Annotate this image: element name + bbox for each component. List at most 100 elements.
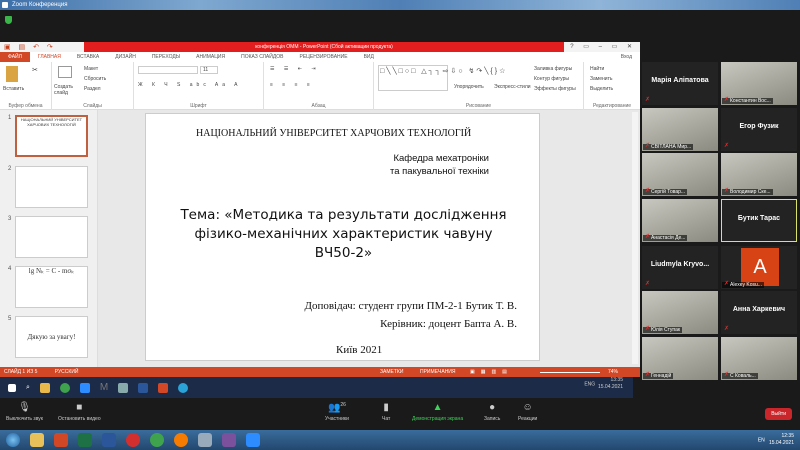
participant-tile[interactable]: Егор Фузик ✗ — [721, 108, 797, 151]
participant-tile[interactable]: Liudmyla Kryvo... ✗ — [642, 246, 718, 289]
inner-lang[interactable]: ENG — [584, 381, 595, 387]
drawing-group: □╲╲□○□ △┐┐⇨⇩○ ↯↷╲{}☆ Упорядочить Экспрес… — [374, 62, 584, 110]
sign-in-link[interactable]: Вход — [613, 54, 640, 60]
paint-icon[interactable] — [118, 382, 129, 393]
mute-button[interactable]: 🎙 Выключить звук — [6, 402, 43, 422]
powerpoint-icon[interactable] — [158, 382, 169, 393]
notes-button[interactable]: ЗАМЕТКИ — [380, 367, 403, 377]
file-explorer-icon[interactable] — [39, 382, 50, 393]
participant-tile[interactable]: С Коваль... ✗ — [721, 337, 797, 380]
font-size-select[interactable]: 11 — [200, 66, 218, 74]
search-icon[interactable]: ⌕ — [26, 384, 30, 392]
tab-slideshow[interactable]: ПОКАЗ СЛАЙДОВ — [233, 54, 291, 60]
quick-styles-button[interactable]: Экспресс-стили — [494, 84, 531, 90]
list-buttons[interactable]: ☰ ☰ ⇤ ⇥ — [270, 66, 320, 72]
participant-tile[interactable]: Марія Аліпатова ✗ — [642, 62, 718, 105]
view-buttons[interactable]: ▣▦▥▤ — [470, 367, 513, 377]
tab-insert[interactable]: ВСТАВКА — [69, 54, 107, 60]
chat-button[interactable]: ▮ Чат — [382, 402, 390, 422]
slide-thumbnail-4[interactable]: lg Nₖ = C - mσₖ — [15, 266, 88, 308]
windows-start-icon[interactable] — [8, 383, 16, 392]
select-button[interactable]: Выделить — [590, 86, 613, 92]
participant-tile[interactable]: Юлія Ступак ✗ — [642, 291, 718, 334]
participant-tile[interactable]: A Alexey Kosu... ✗ — [721, 246, 797, 289]
arrange-button[interactable]: Упорядочить — [454, 84, 484, 90]
comments-button[interactable]: ПРИМЕЧАНИЯ — [420, 367, 456, 377]
encryption-shield-icon[interactable] — [5, 16, 12, 24]
participant-tile[interactable]: Бутик Тарас — [721, 199, 797, 242]
paste-button[interactable]: Вставить — [3, 86, 24, 92]
cut-icon[interactable]: ✂ — [32, 66, 38, 74]
shape-outline-button[interactable]: Контур фигуры — [534, 76, 569, 82]
participant-tile[interactable]: Константин Вос... ✗ — [721, 62, 797, 105]
word-icon[interactable] — [138, 382, 149, 393]
slide-thumbnail-1[interactable]: НАЦІОНАЛЬНИЙ УНІВЕРСИТЕТ ХАРЧОВИХ ТЕХНОЛ… — [15, 115, 88, 157]
shape-effects-button[interactable]: Эффекты фигуры — [534, 86, 576, 92]
participant-tile[interactable]: Сергій Товар... ✗ — [642, 153, 718, 196]
powerpoint-icon[interactable] — [54, 433, 68, 447]
participant-tile[interactable]: Геннадій ✗ — [642, 337, 718, 380]
record-button[interactable]: ● Запись — [484, 402, 500, 422]
window-controls[interactable]: ? ▭ – ▭ ✕ — [570, 42, 636, 52]
chrome-icon[interactable] — [59, 382, 70, 393]
m-app-icon[interactable]: M — [100, 382, 108, 393]
zoom-icon[interactable] — [246, 433, 260, 447]
speaker-line: Доповідач: студент групи ПМ-2-1 Бутик Т.… — [304, 300, 517, 312]
font-format-buttons[interactable]: Ж К Ч S abc Aa A — [138, 82, 242, 88]
viber-icon[interactable] — [222, 433, 236, 447]
tab-transitions[interactable]: ПЕРЕХОДЫ — [144, 54, 188, 60]
thumb-text: lg Nₖ = C - mσₖ — [28, 267, 75, 275]
language-indicator[interactable]: EN — [758, 437, 765, 443]
align-buttons[interactable]: ≡ ≡ ≡ ≡ — [270, 82, 314, 88]
language-indicator[interactable]: РУССКИЙ — [55, 369, 79, 375]
telegram-icon[interactable] — [178, 382, 189, 393]
tab-view[interactable]: ВИД — [356, 54, 382, 60]
word-icon[interactable] — [102, 433, 116, 447]
reset-button[interactable]: Сбросить — [84, 76, 106, 82]
quick-access-toolbar[interactable]: ▣ ▤ ↶ ↷ — [4, 43, 56, 51]
start-button-icon[interactable] — [6, 433, 20, 447]
vertical-scrollbar[interactable] — [632, 112, 638, 364]
new-slide-button[interactable]: Создать слайд — [54, 84, 84, 96]
stop-video-button[interactable]: ■ Остановить видео — [58, 402, 101, 422]
tab-design[interactable]: ДИЗАЙН — [107, 54, 144, 60]
opera-icon[interactable] — [126, 433, 140, 447]
excel-icon[interactable] — [78, 433, 92, 447]
tab-animation[interactable]: АНИМАЦИЯ — [188, 54, 233, 60]
font-name-select[interactable] — [138, 66, 198, 74]
zoom-slider[interactable] — [540, 372, 600, 373]
find-button[interactable]: Найти — [590, 66, 604, 72]
participants-button[interactable]: 👥26 Участники — [325, 402, 349, 422]
slide-canvas[interactable]: НАЦІОНАЛЬНИЙ УНІВЕРСИТЕТ ХАРЧОВИХ ТЕХНОЛ… — [145, 113, 540, 361]
thumb-number: 3 — [8, 216, 12, 222]
shape-fill-button[interactable]: Заливка фигуры — [534, 66, 572, 72]
thumb-text: НАЦІОНАЛЬНИЙ УНІВЕРСИТЕТ ХАРЧОВИХ ТЕХНОЛ… — [20, 117, 83, 127]
record-icon: ● — [489, 402, 496, 413]
section-button[interactable]: Раздел — [84, 86, 101, 92]
layout-button[interactable]: Макет — [84, 66, 98, 72]
participant-tile[interactable]: Анастасія Де... ✗ — [642, 199, 718, 242]
file-explorer-icon[interactable] — [30, 433, 44, 447]
tab-home[interactable]: ГЛАВНАЯ — [30, 54, 69, 60]
participant-tile[interactable]: Анна Харкевич ✗ — [721, 291, 797, 334]
tab-file[interactable]: ФАЙЛ — [0, 52, 30, 62]
tab-review[interactable]: РЕЦЕНЗИРОВАНИЕ — [291, 54, 355, 60]
zoom-icon[interactable] — [79, 382, 90, 393]
firefox-icon[interactable] — [174, 433, 188, 447]
participant-avatar: A — [741, 248, 779, 286]
paint-icon[interactable] — [198, 433, 212, 447]
slide-thumbnail-5[interactable]: Дякую за увагу! — [15, 316, 88, 358]
participants-label: Участники — [325, 416, 349, 422]
slide-thumbnail-3[interactable] — [15, 216, 88, 258]
clock-time: 12:35 — [781, 433, 794, 439]
leave-button[interactable]: Выйти — [765, 408, 792, 420]
participant-tile[interactable]: Володимир Ске... ✗ — [721, 153, 797, 196]
replace-button[interactable]: Заменить — [590, 76, 612, 82]
department-line-2: та пакувальної техніки — [389, 166, 489, 177]
share-screen-button[interactable]: ▲ Демонстрация экрана — [412, 402, 463, 422]
shapes-gallery[interactable]: □╲╲□○□ △┐┐⇨⇩○ ↯↷╲{}☆ — [378, 65, 505, 91]
participant-tile[interactable]: СВІТЛАНА Мир... ✗ — [642, 108, 718, 151]
slide-thumbnail-2[interactable] — [15, 166, 88, 208]
reactions-button[interactable]: ☺ Реакции — [518, 402, 537, 422]
chrome-icon[interactable] — [150, 433, 164, 447]
